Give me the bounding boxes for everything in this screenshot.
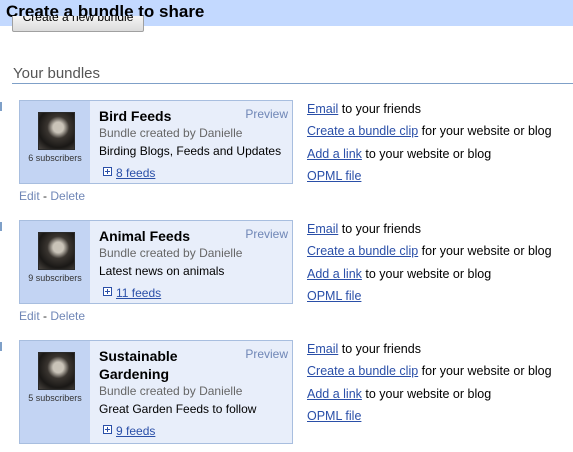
- email-link[interactable]: Email: [307, 102, 338, 116]
- bundle-title-line2: Gardening: [99, 366, 170, 382]
- feeds-toggle[interactable]: 8 feeds: [103, 166, 155, 180]
- side-marker: [0, 102, 2, 111]
- share-clip-row: Create a bundle clip for your website or…: [307, 244, 552, 258]
- feeds-count-link[interactable]: 11 feeds: [116, 286, 161, 300]
- feeds-toggle[interactable]: 9 feeds: [103, 424, 155, 438]
- bundle-thumbnail: 6 subscribers: [20, 101, 90, 183]
- expand-plus-icon[interactable]: [103, 425, 112, 434]
- preview-link[interactable]: Preview: [245, 347, 288, 361]
- subscriber-count: 6 subscribers: [28, 153, 82, 163]
- create-bundle-button[interactable]: Create a new bundle: [12, 16, 144, 32]
- add-link-suffix: to your website or blog: [361, 147, 492, 161]
- feeds-count-link[interactable]: 9 feeds: [116, 424, 155, 438]
- subscriber-count: 9 subscribers: [28, 273, 82, 283]
- bundle-description: Great Garden Feeds to follow: [99, 402, 257, 416]
- share-opml-row: OPML file: [307, 169, 361, 183]
- expand-plus-icon[interactable]: [103, 167, 112, 176]
- email-suffix: to your friends: [338, 342, 421, 356]
- clip-suffix: for your website or blog: [418, 124, 552, 138]
- email-link[interactable]: Email: [307, 342, 338, 356]
- bundle-actions: Edit - Delete: [19, 309, 85, 323]
- bundle-card-sustainable-gardening: 5 subscribers Sustainable Gardening Prev…: [19, 340, 293, 444]
- share-clip-row: Create a bundle clip for your website or…: [307, 124, 552, 138]
- edit-link[interactable]: Edit: [19, 309, 40, 323]
- bundle-card-animal-feeds: 9 subscribers Animal Feeds Preview Bundl…: [19, 220, 293, 304]
- side-marker: [0, 222, 2, 231]
- email-link[interactable]: Email: [307, 222, 338, 236]
- delete-link[interactable]: Delete: [50, 189, 85, 203]
- bundle-clip-link[interactable]: Create a bundle clip: [307, 244, 418, 258]
- bundle-thumbnail: 5 subscribers: [20, 341, 90, 443]
- share-opml-row: OPML file: [307, 409, 361, 423]
- bundle-card-bird-feeds: 6 subscribers Bird Feeds Preview Bundle …: [19, 100, 293, 184]
- add-link-link[interactable]: Add a link: [307, 387, 362, 401]
- bundle-author: Bundle created by Danielle: [99, 384, 243, 398]
- side-marker: [0, 342, 2, 351]
- opml-link[interactable]: OPML file: [307, 409, 361, 423]
- clip-suffix: for your website or blog: [418, 364, 552, 378]
- share-email-row: Email to your friends: [307, 222, 421, 236]
- share-opml-row: OPML file: [307, 289, 361, 303]
- email-suffix: to your friends: [338, 222, 421, 236]
- avatar[interactable]: [38, 112, 75, 150]
- bundle-description: Latest news on animals: [99, 264, 225, 278]
- subscriber-count: 5 subscribers: [28, 393, 82, 403]
- share-addlink-row: Add a link to your website or blog: [307, 387, 491, 401]
- action-separator: -: [43, 309, 48, 323]
- expand-plus-icon[interactable]: [103, 287, 112, 296]
- add-link-link[interactable]: Add a link: [307, 267, 362, 281]
- bundle-description: Birding Blogs, Feeds and Updates: [99, 144, 282, 158]
- avatar[interactable]: [38, 352, 75, 390]
- edit-link[interactable]: Edit: [19, 189, 40, 203]
- share-email-row: Email to your friends: [307, 102, 421, 116]
- bundle-clip-link[interactable]: Create a bundle clip: [307, 364, 418, 378]
- opml-link[interactable]: OPML file: [307, 169, 361, 183]
- feeds-toggle[interactable]: 11 feeds: [103, 286, 161, 300]
- bundle-title: Animal Feeds: [99, 228, 191, 244]
- opml-link[interactable]: OPML file: [307, 289, 361, 303]
- bundle-actions: Edit - Delete: [19, 189, 85, 203]
- create-bundle-button-wrap: Create a new bundle: [12, 16, 144, 34]
- bundle-title-line1: Sustainable: [99, 348, 178, 364]
- delete-link[interactable]: Delete: [50, 309, 85, 323]
- bundle-author: Bundle created by Danielle: [99, 126, 243, 140]
- feeds-count-link[interactable]: 8 feeds: [116, 166, 155, 180]
- email-suffix: to your friends: [338, 102, 421, 116]
- avatar[interactable]: [38, 232, 75, 270]
- bundle-title: Bird Feeds: [99, 108, 172, 124]
- share-addlink-row: Add a link to your website or blog: [307, 267, 491, 281]
- bundle-clip-link[interactable]: Create a bundle clip: [307, 124, 418, 138]
- bundle-thumbnail: 9 subscribers: [20, 221, 90, 303]
- add-link-suffix: to your website or blog: [361, 267, 492, 281]
- preview-link[interactable]: Preview: [245, 107, 288, 121]
- preview-link[interactable]: Preview: [245, 227, 288, 241]
- add-link-suffix: to your website or blog: [361, 387, 492, 401]
- clip-suffix: for your website or blog: [418, 244, 552, 258]
- action-separator: -: [43, 189, 48, 203]
- share-addlink-row: Add a link to your website or blog: [307, 147, 491, 161]
- share-email-row: Email to your friends: [307, 342, 421, 356]
- section-divider: [12, 83, 573, 84]
- share-clip-row: Create a bundle clip for your website or…: [307, 364, 552, 378]
- bundle-author: Bundle created by Danielle: [99, 246, 243, 260]
- add-link-link[interactable]: Add a link: [307, 147, 362, 161]
- section-title: Your bundles: [13, 65, 101, 82]
